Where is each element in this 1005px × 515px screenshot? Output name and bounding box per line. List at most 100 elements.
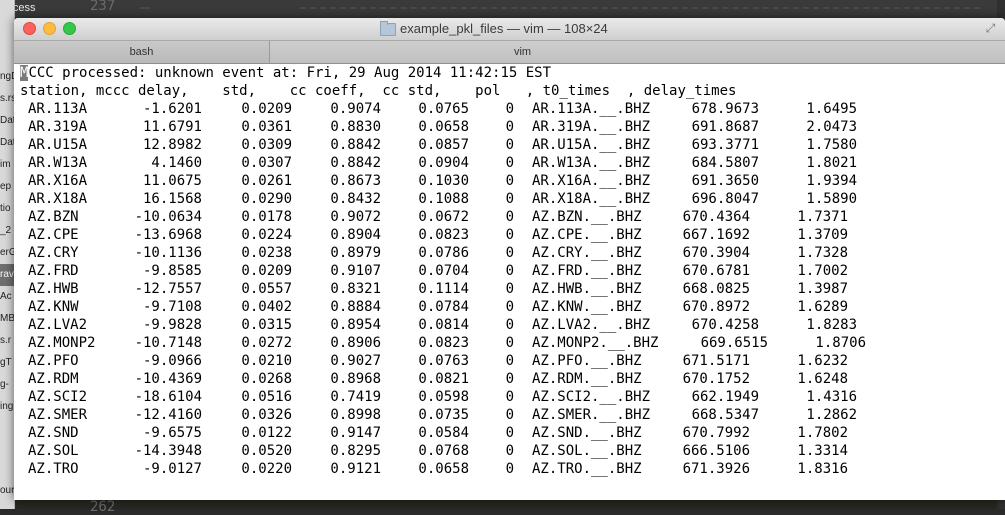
cell-t0: 691.8687	[691, 119, 759, 135]
cell-cc: 0.8432	[330, 191, 381, 207]
background-dashes	[300, 7, 980, 11]
data-row: AZ.HWB -12.7557 0.0557 0.8321 0.1114 0 AZ.HWB.…	[14, 280, 1005, 298]
data-row: AZ.FRD -9.8585 0.0209 0.9107 0.0704 0 AZ.FRD._…	[14, 262, 1005, 280]
data-row: AZ.PFO -9.0966 0.0210 0.9027 0.0763 0 AZ.PFO._…	[14, 352, 1005, 370]
cell-ccstd: 0.0658	[418, 119, 469, 135]
data-row: AZ.KNW -9.7108 0.0402 0.8884 0.0784 0 AZ.KNW._…	[14, 298, 1005, 316]
close-button[interactable]	[23, 22, 36, 35]
cell-station: AZ.RDM	[28, 371, 79, 387]
cell-station: AR.U15A	[28, 137, 88, 153]
cell-station: AR.113A	[28, 101, 88, 117]
tab-bash[interactable]: bash	[14, 41, 270, 63]
cell-std: 0.0209	[241, 263, 292, 279]
cell-ccstd: 0.0672	[418, 209, 469, 225]
background-sidebar-item: rav	[0, 264, 14, 286]
cell-t0: 670.7992	[682, 425, 750, 441]
cell-std: 0.0224	[241, 227, 292, 243]
cell-delay: -9.0127	[142, 461, 202, 477]
title-bar[interactable]: example_pkl_files — vim — 108×24 ⤢	[14, 18, 1005, 41]
cell-ccstd: 0.0704	[418, 263, 469, 279]
cell-station: AZ.CPE	[28, 227, 79, 243]
cell-t0: 667.1692	[682, 227, 750, 243]
cell-std: 0.0261	[241, 173, 292, 189]
data-row: AR.113A -1.6201 0.0209 0.9074 0.0765 0 AR.113A…	[14, 100, 1005, 118]
background-sidebar-item: ngD	[0, 71, 14, 82]
cell-dt: 1.3709	[797, 227, 848, 243]
cell-pol: 0	[505, 137, 514, 153]
cell-delay: -14.3948	[134, 443, 202, 459]
cell-std: 0.0272	[241, 335, 292, 351]
background-sidebar-item: _2	[0, 225, 12, 236]
cell-cc: 0.8842	[330, 137, 381, 153]
cell-t0: 671.3926	[682, 461, 750, 477]
cell-cc: 0.9027	[330, 353, 381, 369]
cell-cc: 0.8842	[330, 155, 381, 171]
cell-dt: 1.2862	[806, 407, 857, 423]
cell-dt: 1.5890	[806, 191, 857, 207]
cell-cc: 0.8906	[330, 335, 381, 351]
data-row: AR.X16A 11.0675 0.0261 0.8673 0.1030 0 AR.X16A…	[14, 172, 1005, 190]
cell-cc: 0.9121	[330, 461, 381, 477]
minimize-button[interactable]	[43, 22, 56, 35]
cell-t0: 670.4258	[691, 317, 759, 333]
cell-delay: 4.1460	[151, 155, 202, 171]
cell-dt: 1.8021	[806, 155, 857, 171]
cell-ccstd: 0.0786	[418, 245, 469, 261]
cell-t0: 693.3771	[691, 137, 759, 153]
cell-dt: 1.7002	[797, 263, 848, 279]
cell-std: 0.0361	[241, 119, 292, 135]
data-row: AZ.SMER -12.4160 0.0326 0.8998 0.0735 0 AZ.SME…	[14, 406, 1005, 424]
cell-pol: 0	[505, 425, 514, 441]
cell-dt: 1.6232	[797, 353, 848, 369]
tab-vim[interactable]: vim	[270, 41, 1005, 63]
cell-chan: AZ.CPE.__.BHZ	[532, 227, 642, 243]
data-row: AZ.RDM -10.4369 0.0268 0.8968 0.0821 0 AZ.RDM.…	[14, 370, 1005, 388]
cell-std: 0.0309	[241, 137, 292, 153]
tab-label: bash	[129, 46, 154, 58]
cell-pol: 0	[505, 173, 514, 189]
cell-delay: -1.6201	[142, 101, 202, 117]
cell-delay: -10.4369	[134, 371, 202, 387]
data-row: AZ.LVA2 -9.9828 0.0315 0.8954 0.0814 0 AZ.LVA2…	[14, 316, 1005, 334]
cell-t0: 684.5807	[691, 155, 759, 171]
cell-chan: AZ.RDM.__.BHZ	[532, 371, 642, 387]
cell-chan: AZ.SND.__.BHZ	[532, 425, 642, 441]
cell-t0: 678.9673	[691, 101, 759, 117]
cell-ccstd: 0.1030	[418, 173, 469, 189]
zoom-button[interactable]	[63, 22, 76, 35]
cell-dt: 1.8316	[797, 461, 848, 477]
cell-delay: -9.7108	[142, 299, 202, 315]
cell-t0: 670.4364	[682, 209, 750, 225]
data-row: AZ.MONP2 -10.7148 0.0272 0.8906 0.0823 0 AZ.MO…	[14, 334, 1005, 352]
cell-ccstd: 0.0765	[418, 101, 469, 117]
window-title: example_pkl_files — vim — 108×24	[400, 21, 608, 36]
background-sidebar-item: Dat	[0, 137, 14, 148]
cell-ccstd: 0.0857	[418, 137, 469, 153]
background-sidebar-item: gT	[0, 357, 12, 368]
cell-pol: 0	[505, 407, 514, 423]
cell-station: AZ.FRD	[28, 263, 79, 279]
cell-delay: -13.6968	[134, 227, 202, 243]
cell-delay: -9.8585	[142, 263, 202, 279]
cell-station: AZ.TRO	[28, 461, 79, 477]
cell-dt: 2.0473	[806, 119, 857, 135]
fullscreen-icon[interactable]: ⤢	[984, 22, 997, 35]
cell-delay: -12.7557	[134, 281, 202, 297]
cell-std: 0.0220	[241, 461, 292, 477]
cell-cc: 0.8998	[330, 407, 381, 423]
terminal-content[interactable]: MCCC processed: unknown event at: Fri, 2…	[14, 64, 1005, 500]
header-text: CCC processed: unknown event at: Fri, 29…	[28, 65, 552, 81]
data-row: AZ.SOL -14.3948 0.0520 0.8295 0.0768 0 AZ.SOL.…	[14, 442, 1005, 460]
cell-station: AZ.HWB	[28, 281, 79, 297]
cell-std: 0.0315	[241, 317, 292, 333]
cell-pol: 0	[505, 299, 514, 315]
cell-cc: 0.8884	[330, 299, 381, 315]
cell-chan: AR.X16A.__.BHZ	[532, 173, 651, 189]
cell-std: 0.0238	[241, 245, 292, 261]
cell-station: AZ.BZN	[28, 209, 79, 225]
cell-std: 0.0290	[241, 191, 292, 207]
cell-std: 0.0516	[241, 389, 292, 405]
data-row: AZ.SCI2 -18.6104 0.0516 0.7419 0.0598 0 AZ.SCI…	[14, 388, 1005, 406]
cell-pol: 0	[505, 353, 514, 369]
cell-cc: 0.8954	[330, 317, 381, 333]
